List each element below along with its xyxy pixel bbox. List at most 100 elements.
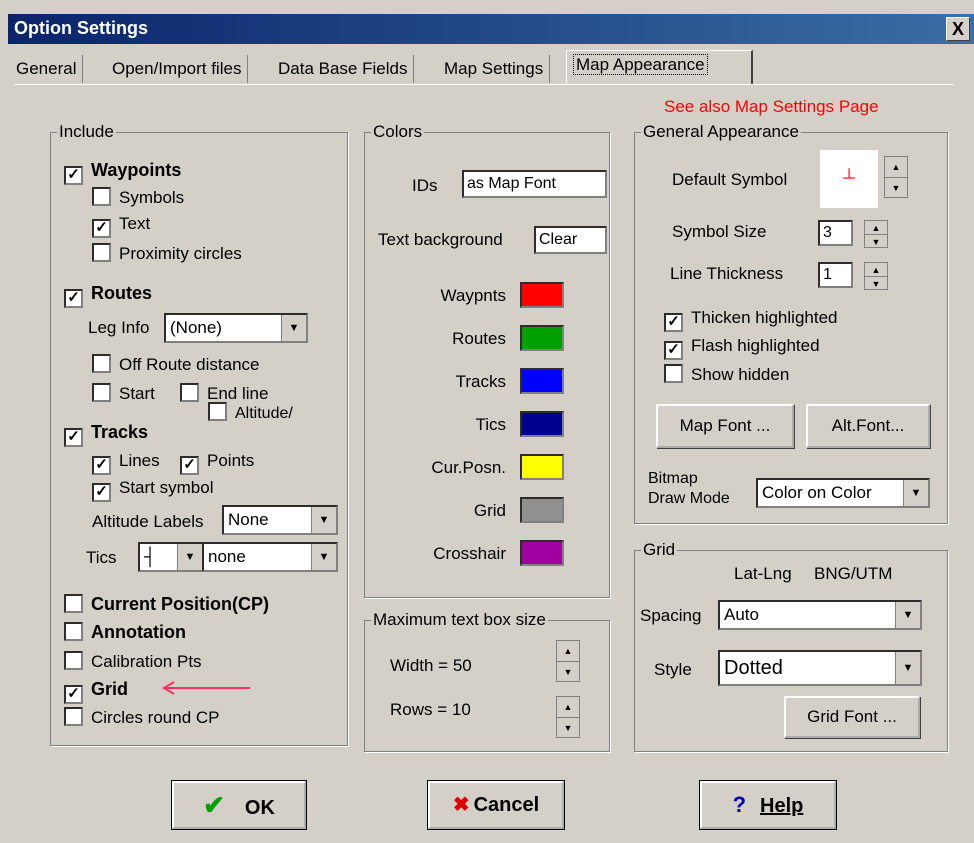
question-icon: ? xyxy=(732,792,747,817)
color-swatch[interactable] xyxy=(520,282,564,308)
default-symbol-preview[interactable]: ┴ xyxy=(820,150,878,208)
ok-button[interactable]: ✔ OK xyxy=(172,781,306,829)
off-route-label: Off Route distance xyxy=(119,355,260,374)
check-icon: ✓ xyxy=(180,456,199,475)
chevron-down-icon[interactable]: ▼ xyxy=(903,480,928,506)
leg-info-select[interactable]: (None) ▼ xyxy=(164,313,308,343)
help-button[interactable]: ? Help xyxy=(700,781,836,829)
tab-map-appearance[interactable]: Map Appearance xyxy=(566,50,753,85)
tab-data-base-fields[interactable]: Data Base Fields xyxy=(272,55,415,83)
check-icon: ✓ xyxy=(64,289,83,308)
current-position-checkbox[interactable]: Current Position(CP) xyxy=(64,594,269,614)
line-thickness-field[interactable]: 1 xyxy=(818,262,853,288)
text-checkbox[interactable]: ✓ Text xyxy=(92,214,150,238)
color-swatch[interactable] xyxy=(520,411,564,437)
checkbox-box xyxy=(64,707,83,726)
start-symbol-checkbox[interactable]: ✓ Start symbol xyxy=(92,478,214,502)
chevron-down-icon[interactable]: ▼ xyxy=(177,544,202,570)
color-label: Routes xyxy=(452,329,506,348)
close-button[interactable]: X xyxy=(946,17,970,41)
off-route-distance-checkbox[interactable]: Off Route distance xyxy=(92,354,260,374)
tics-label: Tics xyxy=(86,548,117,567)
chevron-down-icon[interactable]: ▼ xyxy=(895,652,920,684)
style-select[interactable]: Dotted ▼ xyxy=(718,650,922,686)
x-icon: ✖ xyxy=(452,794,470,816)
tics-select[interactable]: none ▼ xyxy=(202,542,338,572)
chevron-down-icon[interactable]: ▼ xyxy=(281,315,306,341)
spacing-value: Auto xyxy=(724,605,759,624)
chevron-down-icon[interactable]: ▼ xyxy=(895,602,920,628)
ids-field[interactable]: as Map Font xyxy=(462,170,607,198)
default-symbol-spinner[interactable]: ▲ ▼ xyxy=(884,156,908,198)
start-checkbox[interactable]: Start xyxy=(92,383,155,403)
altitude-checkbox[interactable]: Altitude/ xyxy=(208,402,293,422)
down-arrow-icon[interactable]: ▼ xyxy=(557,662,579,682)
rows-spinner[interactable]: ▲ ▼ xyxy=(556,696,580,738)
color-swatch[interactable] xyxy=(520,368,564,394)
bitmap-draw-mode-value: Color on Color xyxy=(762,483,872,502)
default-symbol-label: Default Symbol xyxy=(672,170,788,189)
tab-general[interactable]: General xyxy=(10,55,84,83)
checkbox-box xyxy=(92,354,111,373)
color-swatch[interactable] xyxy=(520,454,564,480)
checkbox-box xyxy=(64,622,83,641)
cancel-button[interactable]: ✖ Cancel xyxy=(428,781,564,829)
checkbox-box xyxy=(664,364,683,383)
routes-checkbox[interactable]: ✓ Routes xyxy=(64,283,152,308)
down-arrow-icon[interactable]: ▼ xyxy=(557,718,579,738)
line-thickness-spinner[interactable]: ▲ ▼ xyxy=(864,262,888,290)
see-also-link[interactable]: See also Map Settings Page xyxy=(664,97,879,117)
thicken-highlighted-checkbox[interactable]: ✓ Thicken highlighted xyxy=(664,308,837,332)
waypoints-checkbox[interactable]: ✓ Waypoints xyxy=(64,160,181,185)
up-arrow-icon[interactable]: ▲ xyxy=(865,263,887,277)
up-arrow-icon[interactable]: ▲ xyxy=(557,697,579,718)
calibration-label: Calibration Pts xyxy=(91,652,202,671)
color-label: Tics xyxy=(475,415,506,434)
show-hidden-checkbox[interactable]: Show hidden xyxy=(664,364,789,384)
flash-highlighted-checkbox[interactable]: ✓ Flash highlighted xyxy=(664,336,820,360)
grid-checkbox[interactable]: ✓ Grid xyxy=(64,679,128,704)
altitude-labels-label: Altitude Labels xyxy=(92,512,204,531)
general-appearance-legend: General Appearance xyxy=(643,122,799,141)
style-value: Dotted xyxy=(724,657,783,679)
tics-symbol-select[interactable]: ┤ ▼ xyxy=(138,542,204,572)
annotation-checkbox[interactable]: Annotation xyxy=(64,622,186,642)
map-font-button[interactable]: Map Font ... xyxy=(656,404,794,448)
tracks-checkbox[interactable]: ✓ Tracks xyxy=(64,422,148,447)
end-line-checkbox[interactable]: End line xyxy=(180,383,268,403)
up-arrow-icon[interactable]: ▲ xyxy=(557,641,579,662)
lat-lng-label: Lat-Lng xyxy=(734,564,792,583)
circles-round-cp-checkbox[interactable]: Circles round CP xyxy=(64,707,220,727)
down-arrow-icon[interactable]: ▼ xyxy=(885,178,907,198)
down-arrow-icon[interactable]: ▼ xyxy=(865,277,887,290)
down-arrow-icon[interactable]: ▼ xyxy=(865,235,887,248)
spacing-select[interactable]: Auto ▼ xyxy=(718,600,922,630)
start-symbol-label: Start symbol xyxy=(119,478,214,497)
tab-open-import-files[interactable]: Open/Import files xyxy=(106,55,249,83)
proximity-circles-checkbox[interactable]: Proximity circles xyxy=(92,243,242,263)
chevron-down-icon[interactable]: ▼ xyxy=(311,507,336,533)
symbol-size-field[interactable]: 3 xyxy=(818,220,853,246)
grid-font-button[interactable]: Grid Font ... xyxy=(784,696,920,738)
chevron-down-icon[interactable]: ▼ xyxy=(311,544,336,570)
color-swatch[interactable] xyxy=(520,325,564,351)
text-background-field[interactable]: Clear xyxy=(534,226,607,254)
checkbox-box xyxy=(64,651,83,670)
up-arrow-icon[interactable]: ▲ xyxy=(885,157,907,178)
alt-font-button[interactable]: Alt.Font... xyxy=(806,404,930,448)
up-arrow-icon[interactable]: ▲ xyxy=(865,221,887,235)
points-checkbox[interactable]: ✓ Points xyxy=(180,451,254,475)
symbol-size-spinner[interactable]: ▲ ▼ xyxy=(864,220,888,248)
calibration-pts-checkbox[interactable]: Calibration Pts xyxy=(64,651,202,671)
bitmap-draw-mode-select[interactable]: Color on Color ▼ xyxy=(756,478,930,508)
checkbox-box xyxy=(64,594,83,613)
color-swatch[interactable] xyxy=(520,540,564,566)
lines-checkbox[interactable]: ✓ Lines xyxy=(92,451,160,475)
symbols-checkbox[interactable]: Symbols xyxy=(92,187,184,207)
altitude-labels-select[interactable]: None ▼ xyxy=(222,505,338,535)
width-spinner[interactable]: ▲ ▼ xyxy=(556,640,580,682)
ok-label: OK xyxy=(244,797,275,819)
tab-map-settings[interactable]: Map Settings xyxy=(438,55,551,83)
rows-label: Rows = 10 xyxy=(390,700,471,719)
color-swatch[interactable] xyxy=(520,497,564,523)
